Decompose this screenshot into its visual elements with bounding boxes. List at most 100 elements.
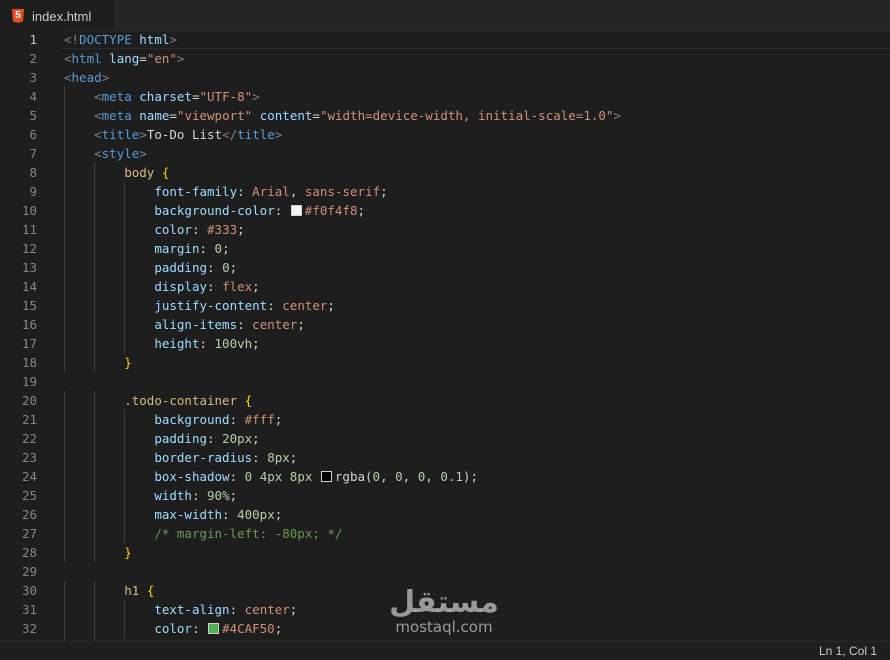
indent-guide <box>64 334 65 353</box>
code-text: <meta name="viewport" content="width=dev… <box>64 106 621 125</box>
code-line[interactable]: 18 } <box>0 353 890 372</box>
code-token: } <box>124 355 132 370</box>
code-token: display <box>154 279 207 294</box>
code-line[interactable]: 17 height: 100vh; <box>0 334 890 353</box>
code-line[interactable]: 24 box-shadow: 0 4px 8px rgba(0, 0, 0, 0… <box>0 467 890 486</box>
indent-guide <box>124 486 126 505</box>
code-line[interactable]: 9 font-family: Arial, sans-serif; <box>0 182 890 201</box>
code-line[interactable]: 22 padding: 20px; <box>0 429 890 448</box>
code-line[interactable]: 5 <meta name="viewport" content="width=d… <box>0 106 890 125</box>
code-line[interactable]: 16 align-items: center; <box>0 315 890 334</box>
code-line[interactable]: 8 body { <box>0 163 890 182</box>
line-number: 7 <box>29 146 37 161</box>
code-line[interactable]: 27 /* margin-left: -80px; */ <box>0 524 890 543</box>
code-token: = <box>191 89 200 104</box>
line-number: 1 <box>29 32 37 47</box>
indent-guide <box>64 524 65 543</box>
code-line[interactable]: 2 <html lang="en"> <box>0 49 890 68</box>
code-token: #f0f4f8 <box>304 203 358 218</box>
code-line[interactable]: 21 background: #fff; <box>0 410 890 429</box>
indent-guide <box>64 220 65 239</box>
code-token: "viewport" <box>176 108 253 123</box>
code-token: background <box>154 412 230 427</box>
code-line[interactable]: 1 <!DOCTYPE html> <box>0 30 890 49</box>
code-token: : <box>229 412 245 427</box>
code-text: max-width: 400px; <box>64 505 282 524</box>
code-text: font-family: Arial, sans-serif; <box>64 182 387 201</box>
code-line[interactable]: 19 <box>0 372 890 391</box>
code-line[interactable]: 20 .todo-container { <box>0 391 890 410</box>
code-token: #333 <box>207 222 238 237</box>
code-token: ; <box>222 241 230 256</box>
code-line[interactable]: 10 background-color: #f0f4f8; <box>0 201 890 220</box>
code-token: text-align <box>154 602 230 617</box>
code-text: padding: 0; <box>64 258 237 277</box>
line-number: 24 <box>21 469 37 484</box>
code-line[interactable]: 6 <title>To-Do List</title> <box>0 125 890 144</box>
code-token: 90% <box>207 488 230 503</box>
indent-guide <box>94 315 96 334</box>
code-line[interactable]: 25 width: 90%; <box>0 486 890 505</box>
code-line[interactable]: 13 padding: 0; <box>0 258 890 277</box>
code-line[interactable]: 29 <box>0 562 890 581</box>
indent-guide <box>64 543 65 562</box>
code-token: : <box>191 621 208 636</box>
code-line[interactable]: 12 margin: 0; <box>0 239 890 258</box>
indent-guide <box>124 239 126 258</box>
code-token: title <box>101 127 140 142</box>
color-swatch[interactable] <box>290 205 302 216</box>
code-token: > <box>139 127 147 142</box>
code-token: : <box>274 203 290 218</box>
indent-guide <box>124 296 126 315</box>
code-token: > <box>139 146 147 161</box>
indent-guide <box>64 410 65 429</box>
code-line[interactable]: 15 justify-content: center; <box>0 296 890 315</box>
indent-guide <box>64 258 65 277</box>
code-line[interactable]: 11 color: #333; <box>0 220 890 239</box>
indent-guide <box>94 334 96 353</box>
code-token: html <box>139 32 170 47</box>
code-token: > <box>169 32 177 47</box>
code-token: ; <box>274 621 283 636</box>
code-text: <!DOCTYPE html> <box>64 30 177 49</box>
tab-index-html[interactable]: 5 index.html <box>0 0 114 31</box>
code-line[interactable]: 26 max-width: 400px; <box>0 505 890 524</box>
indent-guide <box>94 486 96 505</box>
code-line[interactable]: 7 <style> <box>0 144 890 163</box>
indent-guide <box>64 125 65 144</box>
code-token: width <box>154 488 192 503</box>
code-token: ; <box>274 412 283 427</box>
code-editor[interactable]: 1 <!DOCTYPE html> 2 <html lang="en"> 3 <head>… <box>0 30 890 642</box>
color-swatch[interactable] <box>320 471 332 482</box>
code-token: head <box>71 70 102 85</box>
code-token: < <box>94 89 102 104</box>
line-number: 4 <box>29 89 37 104</box>
indent-guide <box>124 524 126 543</box>
code-token: ; <box>229 488 238 503</box>
cursor-position[interactable]: Ln 1, Col 1 <box>819 642 877 660</box>
code-token: : <box>229 469 245 484</box>
line-number: 8 <box>29 165 37 180</box>
code-line[interactable]: 23 border-radius: 8px; <box>0 448 890 467</box>
code-line[interactable]: 3 <head> <box>0 68 890 87</box>
indent-guide <box>94 277 96 296</box>
code-token: > <box>274 127 283 142</box>
line-number: 6 <box>29 127 37 142</box>
tab-bar: 5 index.html <box>0 0 890 31</box>
code-line[interactable]: 4 <meta charset="UTF-8"> <box>0 87 890 106</box>
code-line[interactable]: 28 } <box>0 543 890 562</box>
code-token: ; <box>229 260 238 275</box>
code-token: ; <box>357 203 366 218</box>
code-line[interactable]: 14 display: flex; <box>0 277 890 296</box>
code-token: align-items <box>154 317 238 332</box>
code-token: 0 <box>395 469 403 484</box>
color-swatch[interactable] <box>208 623 220 634</box>
indent-guide <box>64 505 65 524</box>
code-token: height <box>154 336 200 351</box>
indent-guide <box>124 315 126 334</box>
code-token: < <box>94 127 102 142</box>
line-number: 14 <box>21 279 37 294</box>
